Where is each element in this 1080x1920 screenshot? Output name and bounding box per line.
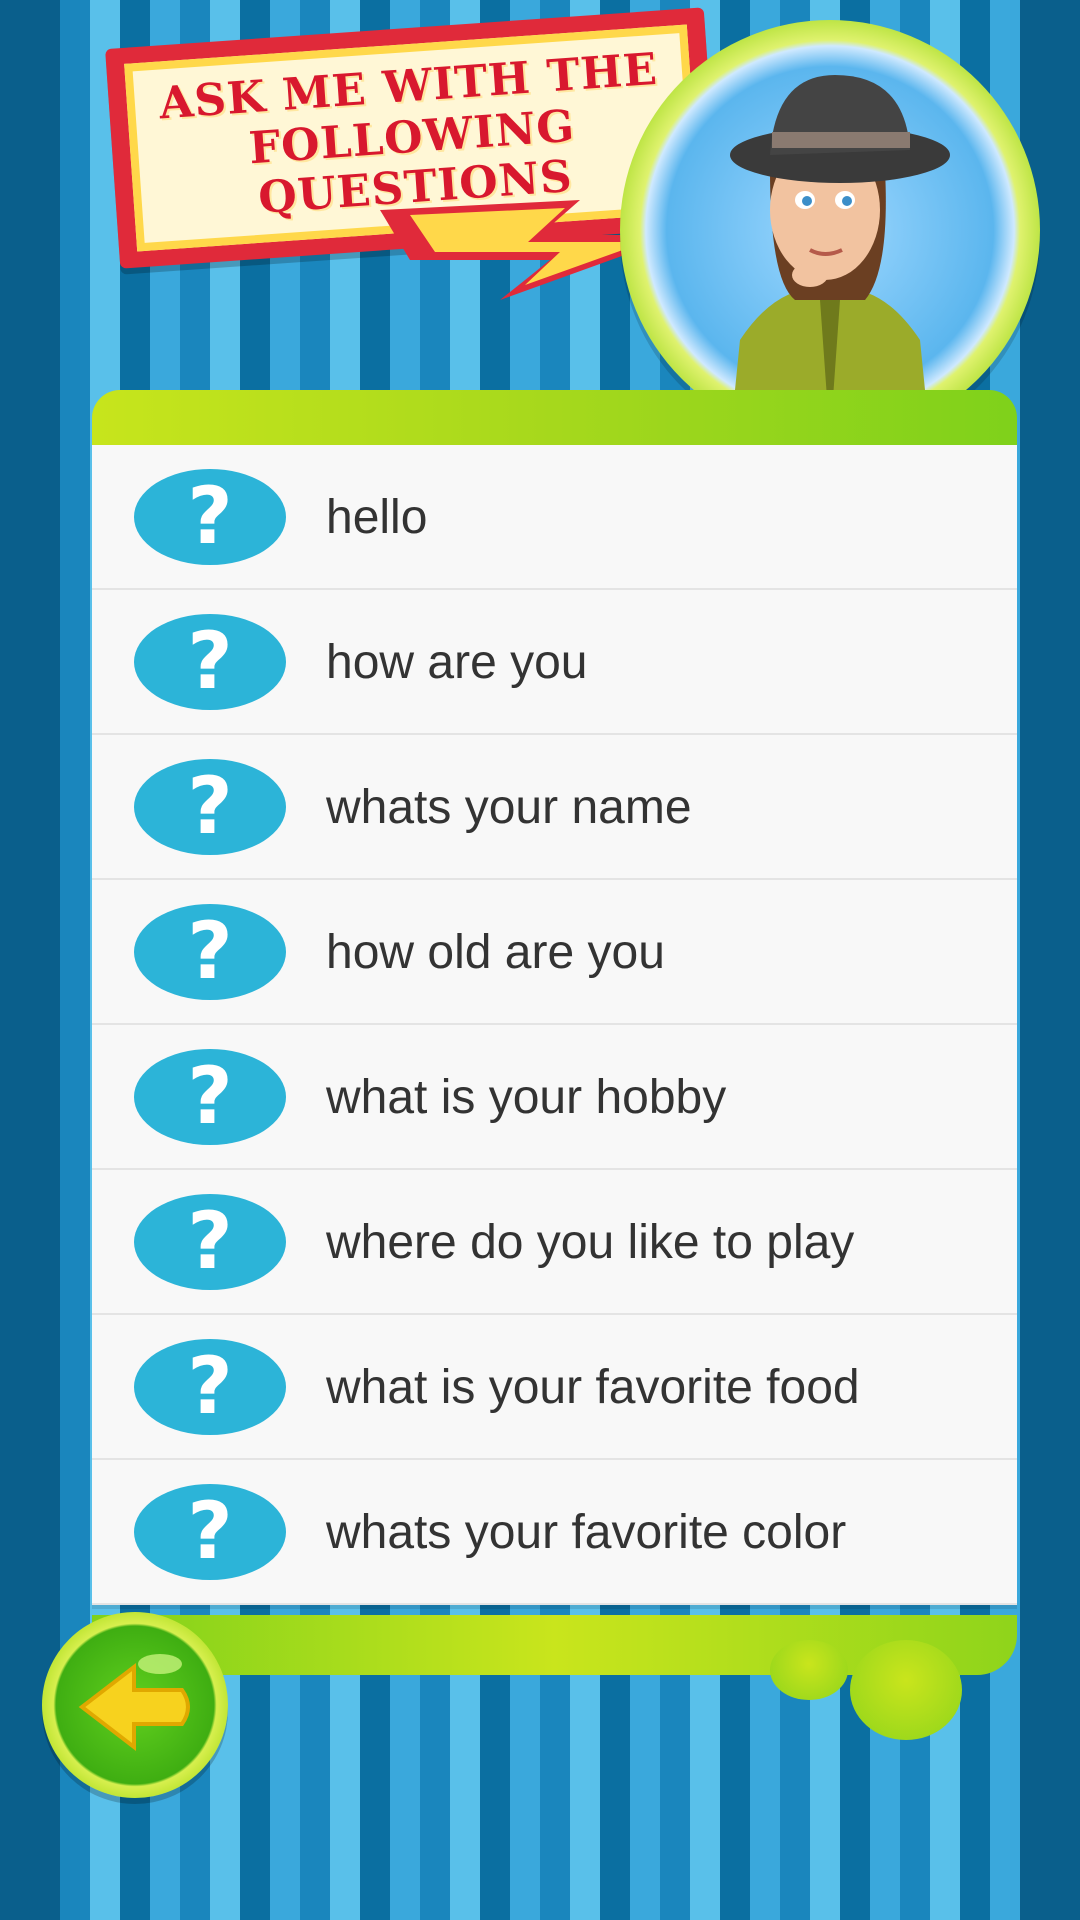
character-avatar-icon bbox=[730, 75, 950, 440]
question-label: what is your hobby bbox=[326, 1071, 727, 1124]
slime-drip bbox=[770, 1640, 848, 1700]
question-icon: ? bbox=[134, 1049, 286, 1145]
question-label: how are you bbox=[326, 636, 588, 689]
question-item-hello[interactable]: ? hello bbox=[92, 445, 1017, 590]
character-portrait[interactable] bbox=[620, 20, 1040, 440]
question-label: whats your favorite color bbox=[326, 1506, 847, 1559]
back-arrow-icon bbox=[78, 1654, 190, 1752]
question-item-favorite-color[interactable]: ? whats your favorite color bbox=[92, 1460, 1017, 1605]
question-icon: ? bbox=[134, 1484, 286, 1580]
question-label: hello bbox=[326, 491, 428, 544]
question-icon: ? bbox=[134, 1339, 286, 1435]
question-icon: ? bbox=[134, 614, 286, 710]
question-mark: ? bbox=[187, 1342, 233, 1432]
back-button[interactable] bbox=[42, 1612, 228, 1798]
question-icon: ? bbox=[134, 904, 286, 1000]
question-mark: ? bbox=[187, 1052, 233, 1142]
question-mark: ? bbox=[187, 1197, 233, 1287]
question-label: where do you like to play bbox=[326, 1216, 855, 1269]
question-item-how-are-you[interactable]: ? how are you bbox=[92, 590, 1017, 735]
question-mark: ? bbox=[187, 907, 233, 997]
question-mark: ? bbox=[187, 762, 233, 852]
question-mark: ? bbox=[187, 472, 233, 562]
question-item-hobby[interactable]: ? what is your hobby bbox=[92, 1025, 1017, 1170]
question-item-where-play[interactable]: ? where do you like to play bbox=[92, 1170, 1017, 1315]
question-icon: ? bbox=[134, 759, 286, 855]
question-label: what is your favorite food bbox=[326, 1361, 860, 1414]
question-item-favorite-food[interactable]: ? what is your favorite food bbox=[92, 1315, 1017, 1460]
question-icon: ? bbox=[134, 1194, 286, 1290]
question-icon: ? bbox=[134, 469, 286, 565]
panel-header-bar bbox=[92, 390, 1017, 445]
question-label: whats your name bbox=[326, 781, 692, 834]
slime-drip bbox=[850, 1640, 962, 1740]
question-list: ? hello ? how are you ? whats your name … bbox=[92, 445, 1017, 1605]
question-mark: ? bbox=[187, 617, 233, 707]
question-label: how old are you bbox=[326, 926, 665, 979]
question-mark: ? bbox=[187, 1487, 233, 1577]
question-item-how-old-are-you[interactable]: ? how old are you bbox=[92, 880, 1017, 1025]
question-item-whats-your-name[interactable]: ? whats your name bbox=[92, 735, 1017, 880]
